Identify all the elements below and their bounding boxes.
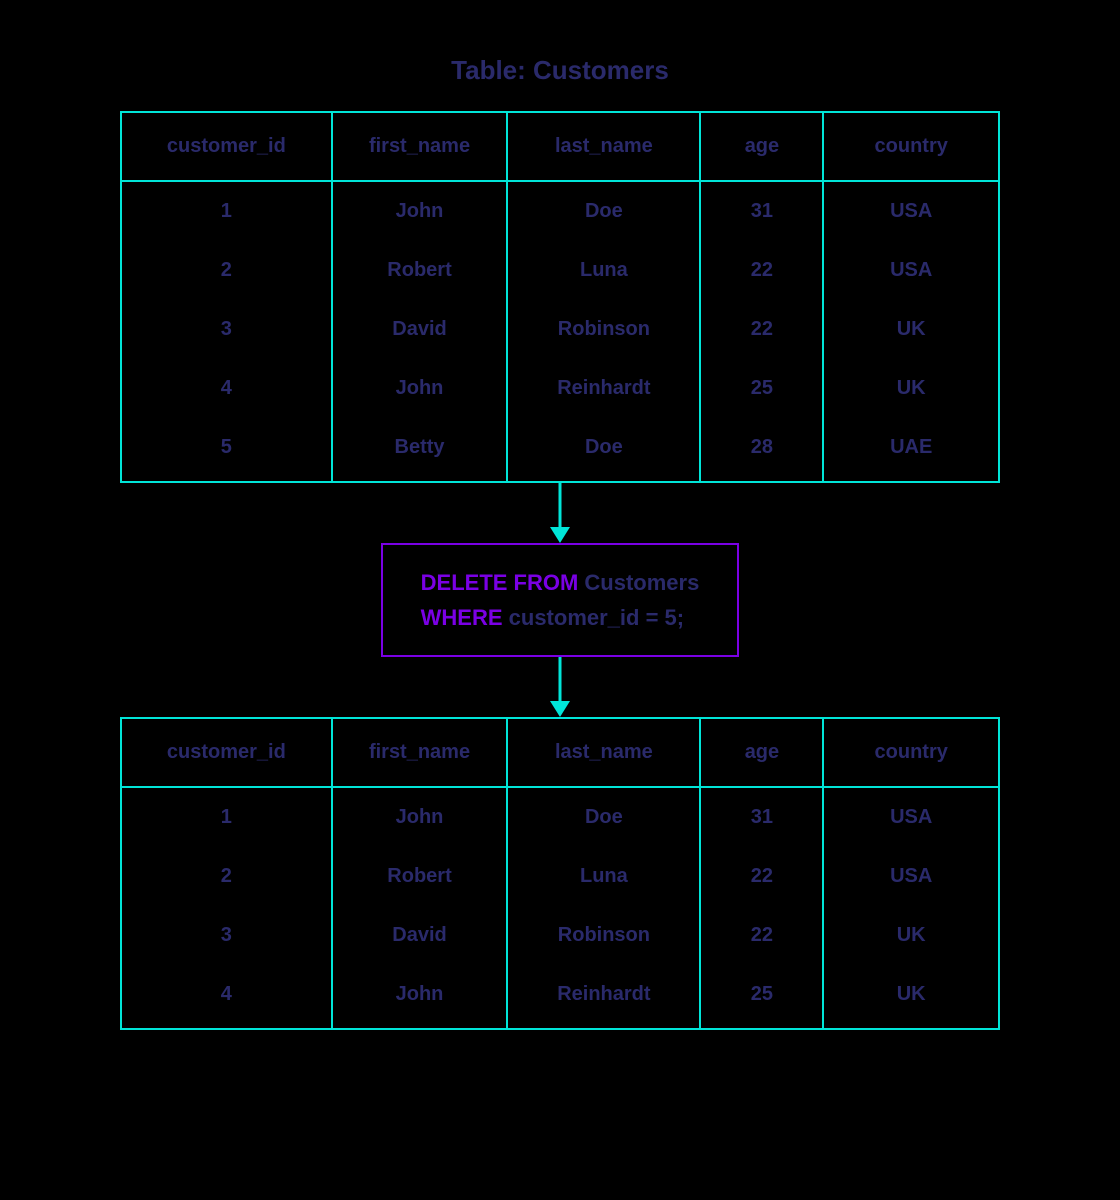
cell-first: John — [332, 359, 508, 418]
cell-id: 2 — [121, 241, 332, 300]
table-row: 3 David Robinson 22 UK — [121, 906, 999, 965]
cell-first: John — [332, 965, 508, 1029]
cell-last: Luna — [507, 241, 700, 300]
table-row: 1 John Doe 31 USA — [121, 787, 999, 847]
table-row: 2 Robert Luna 22 USA — [121, 847, 999, 906]
col-header: customer_id — [121, 112, 332, 181]
cell-age: 31 — [700, 181, 823, 241]
cell-country: USA — [823, 847, 999, 906]
cell-id: 1 — [121, 181, 332, 241]
cell-age: 25 — [700, 359, 823, 418]
table-row: 4 John Reinhardt 25 UK — [121, 359, 999, 418]
cell-last: Luna — [507, 847, 700, 906]
cell-first: Robert — [332, 847, 508, 906]
sql-keyword: WHERE — [421, 605, 509, 630]
cell-country: UAE — [823, 418, 999, 482]
col-header: country — [823, 112, 999, 181]
cell-id: 1 — [121, 787, 332, 847]
table-row: 1 John Doe 31 USA — [121, 181, 999, 241]
cell-age: 31 — [700, 787, 823, 847]
sql-line-2: WHERE customer_id = 5; — [421, 600, 700, 635]
sql-text: Customers — [584, 570, 699, 595]
cell-last: Robinson — [507, 906, 700, 965]
table-header-row: customer_id first_name last_name age cou… — [121, 112, 999, 181]
cell-first: Robert — [332, 241, 508, 300]
cell-country: USA — [823, 787, 999, 847]
cell-last: Reinhardt — [507, 965, 700, 1029]
col-header: first_name — [332, 112, 508, 181]
cell-country: UK — [823, 906, 999, 965]
cell-age: 28 — [700, 418, 823, 482]
sql-text: customer_id = 5; — [509, 605, 684, 630]
col-header: country — [823, 718, 999, 787]
table-row: 3 David Robinson 22 UK — [121, 300, 999, 359]
cell-last: Doe — [507, 181, 700, 241]
customers-table-after: customer_id first_name last_name age cou… — [120, 717, 1000, 1030]
cell-first: Betty — [332, 418, 508, 482]
sql-keyword: DELETE FROM — [421, 570, 585, 595]
col-header: customer_id — [121, 718, 332, 787]
sql-statement-box: DELETE FROM Customers WHERE customer_id … — [381, 543, 740, 657]
table-row: 4 John Reinhardt 25 UK — [121, 965, 999, 1029]
col-header: age — [700, 718, 823, 787]
cell-age: 25 — [700, 965, 823, 1029]
col-header: last_name — [507, 112, 700, 181]
arrow-down-icon — [545, 657, 575, 717]
cell-age: 22 — [700, 906, 823, 965]
cell-country: UK — [823, 965, 999, 1029]
cell-id: 4 — [121, 965, 332, 1029]
cell-last: Doe — [507, 418, 700, 482]
cell-last: Robinson — [507, 300, 700, 359]
table-row: 2 Robert Luna 22 USA — [121, 241, 999, 300]
table-title: Table: Customers — [451, 55, 669, 86]
cell-age: 22 — [700, 847, 823, 906]
col-header: last_name — [507, 718, 700, 787]
table-header-row: customer_id first_name last_name age cou… — [121, 718, 999, 787]
arrow-down-icon — [545, 483, 575, 543]
cell-first: David — [332, 300, 508, 359]
cell-country: UK — [823, 359, 999, 418]
cell-id: 2 — [121, 847, 332, 906]
cell-first: John — [332, 787, 508, 847]
col-header: first_name — [332, 718, 508, 787]
cell-last: Reinhardt — [507, 359, 700, 418]
cell-id: 3 — [121, 906, 332, 965]
sql-line-1: DELETE FROM Customers — [421, 565, 700, 600]
cell-age: 22 — [700, 300, 823, 359]
cell-country: UK — [823, 300, 999, 359]
table-row: 5 Betty Doe 28 UAE — [121, 418, 999, 482]
cell-id: 5 — [121, 418, 332, 482]
cell-age: 22 — [700, 241, 823, 300]
cell-first: David — [332, 906, 508, 965]
cell-country: USA — [823, 181, 999, 241]
cell-country: USA — [823, 241, 999, 300]
col-header: age — [700, 112, 823, 181]
cell-first: John — [332, 181, 508, 241]
cell-id: 3 — [121, 300, 332, 359]
customers-table-before: customer_id first_name last_name age cou… — [120, 111, 1000, 483]
cell-last: Doe — [507, 787, 700, 847]
cell-id: 4 — [121, 359, 332, 418]
